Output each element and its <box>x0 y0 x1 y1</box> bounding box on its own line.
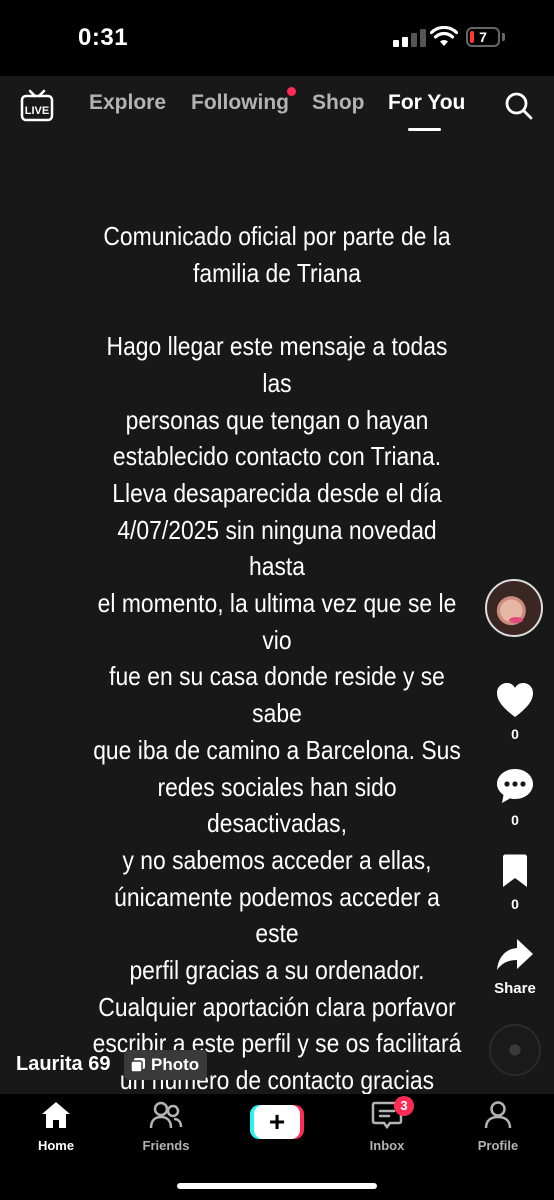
wifi-icon <box>430 26 458 46</box>
nav-friends[interactable]: Friends <box>126 1100 206 1153</box>
bookmark-icon <box>503 854 527 887</box>
create-plus-icon: + <box>254 1105 300 1139</box>
following-notification-dot <box>287 87 296 96</box>
active-tab-indicator <box>408 128 441 131</box>
cellular-signal-icon <box>393 29 427 47</box>
nav-profile[interactable]: Profile <box>458 1100 538 1153</box>
tab-for-you[interactable]: For You <box>388 91 465 115</box>
comment-icon <box>497 769 533 803</box>
live-label: LIVE <box>25 105 49 117</box>
home-icon <box>42 1102 70 1128</box>
inbox-unread-badge: 3 <box>394 1096 414 1116</box>
music-disc-icon[interactable] <box>489 1024 541 1076</box>
photo-badge-label: Photo <box>151 1055 200 1074</box>
like-count: 0 <box>511 726 519 742</box>
nav-inbox-label: Inbox <box>369 1138 405 1153</box>
post-text: Comunicado oficial por parte de la famil… <box>90 218 465 1099</box>
battery-level: 7 <box>479 29 487 45</box>
share-label: Share <box>494 980 536 997</box>
tab-explore[interactable]: Explore <box>89 91 166 115</box>
nav-friends-label: Friends <box>142 1138 190 1153</box>
home-indicator[interactable] <box>177 1183 377 1189</box>
search-icon[interactable] <box>504 91 534 121</box>
status-time: 0:31 <box>78 24 129 51</box>
battery-icon: 7 <box>466 27 500 47</box>
status-bar: 0:31 7 <box>0 0 554 76</box>
nav-home-label: Home <box>37 1138 75 1153</box>
share-arrow-icon <box>497 939 533 970</box>
author-avatar[interactable] <box>485 579 543 637</box>
live-button[interactable]: LIVE <box>20 88 54 127</box>
like-button[interactable]: 0 <box>487 681 543 742</box>
profile-icon <box>484 1101 512 1129</box>
post-body: Hago llegar este mensaje a todas las per… <box>92 331 462 1096</box>
share-button[interactable]: Share <box>487 937 543 997</box>
comment-button[interactable]: 0 <box>487 767 543 828</box>
comment-count: 0 <box>511 812 519 828</box>
friends-icon <box>149 1101 183 1129</box>
nav-inbox[interactable]: Inbox <box>347 1100 427 1153</box>
save-count: 0 <box>511 896 519 912</box>
nav-home[interactable]: Home <box>16 1100 96 1153</box>
save-button[interactable]: 0 <box>487 853 543 912</box>
author-username[interactable]: Laurita 69 <box>16 1053 110 1076</box>
photo-badge: Photo <box>124 1050 208 1080</box>
tab-shop[interactable]: Shop <box>312 91 365 115</box>
nav-profile-label: Profile <box>477 1138 519 1153</box>
heart-icon <box>497 683 533 717</box>
tab-following[interactable]: Following <box>191 91 289 115</box>
post-title: Comunicado oficial por parte de la famil… <box>103 221 451 288</box>
create-button[interactable]: + <box>250 1105 304 1139</box>
live-icon: LIVE <box>20 89 54 122</box>
photo-icon <box>130 1058 145 1073</box>
